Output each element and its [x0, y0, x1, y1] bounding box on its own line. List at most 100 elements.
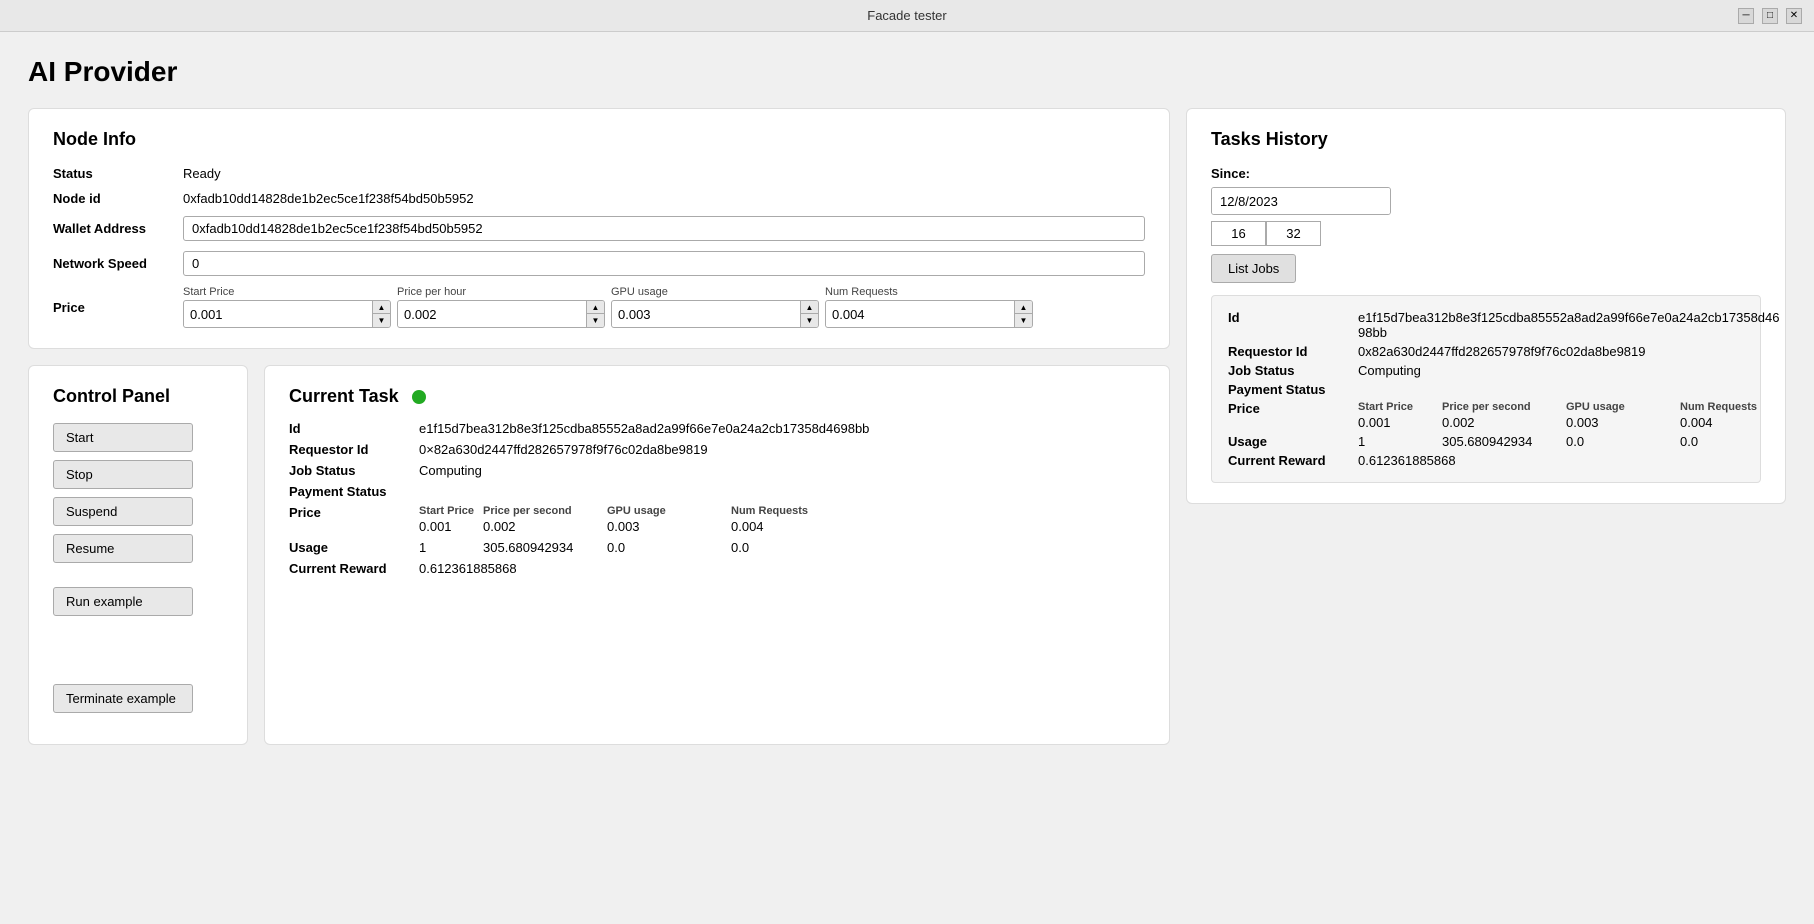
network-speed-input[interactable]	[183, 251, 1145, 276]
gpu-usage-spinner: ▲ ▼	[611, 300, 819, 328]
price-row: Start Price ▲ ▼ Price per hour	[183, 286, 1145, 328]
hist-usage-data: 1 305.680942934 0.0 0.0	[1358, 434, 1780, 449]
stop-button[interactable]: Stop	[53, 460, 193, 489]
start-price-input[interactable]	[184, 303, 372, 326]
num-requests-spinner: ▲ ▼	[825, 300, 1033, 328]
terminate-example-button[interactable]: Terminate example	[53, 684, 193, 713]
hist-job-status-value: Computing	[1358, 363, 1780, 378]
start-price-btns: ▲ ▼	[372, 301, 390, 327]
task-job-status-value: Computing	[419, 463, 1145, 478]
hist-ph-2: Price per second	[1442, 401, 1562, 413]
hist-num-req: 0.004	[1680, 415, 1780, 430]
num-requests-down[interactable]: ▼	[1014, 314, 1032, 327]
task-num-req: 0.004	[731, 519, 831, 534]
list-jobs-button[interactable]: List Jobs	[1211, 254, 1296, 283]
price-per-hour-up[interactable]: ▲	[586, 301, 604, 314]
app-body: AI Provider Node Info Status Ready Node …	[0, 32, 1814, 769]
task-reward-value: 0.612361885868	[419, 561, 1145, 576]
window-controls: ─ □ ✕	[1738, 8, 1802, 24]
task-payment-status-value	[419, 484, 1145, 499]
status-value: Ready	[183, 166, 1145, 181]
node-info-grid: Status Ready Node id 0xfadb10dd14828de1b…	[53, 166, 1145, 328]
date-picker-row: ▲ ▼	[1211, 187, 1761, 215]
start-price-down[interactable]: ▼	[372, 314, 390, 327]
task-reward-label: Current Reward	[289, 561, 419, 576]
gpu-usage-label: GPU usage	[611, 286, 819, 298]
minimize-button[interactable]: ─	[1738, 8, 1754, 24]
history-entry: Id e1f15d7bea312b8e3f125cdba85552a8ad2a9…	[1211, 295, 1761, 483]
hist-usage-2: 305.680942934	[1442, 434, 1562, 449]
hist-start-price: 0.001	[1358, 415, 1438, 430]
task-gpu-usage: 0.003	[607, 519, 727, 534]
hist-usage-row: 1 305.680942934 0.0 0.0	[1358, 434, 1780, 449]
suspend-button[interactable]: Suspend	[53, 497, 193, 526]
hist-payment-status-value	[1358, 382, 1780, 397]
control-panel-title: Control Panel	[53, 386, 223, 407]
price-per-hour-group: Price per hour ▲ ▼	[397, 286, 605, 328]
start-price-up[interactable]: ▲	[372, 301, 390, 314]
maximize-button[interactable]: □	[1762, 8, 1778, 24]
window-title: Facade tester	[867, 8, 947, 23]
task-price-data-row: 0.001 0.002 0.003 0.004	[419, 519, 1145, 534]
price-label: Price	[53, 300, 183, 315]
task-status-indicator	[412, 390, 426, 404]
wallet-address-label: Wallet Address	[53, 221, 183, 236]
gpu-usage-down[interactable]: ▼	[800, 314, 818, 327]
num-requests-input[interactable]	[826, 303, 1014, 326]
task-id-label: Id	[289, 421, 419, 436]
task-ph-4: Num Requests	[731, 505, 831, 517]
main-layout: Node Info Status Ready Node id 0xfadb10d…	[28, 108, 1786, 745]
node-info-title: Node Info	[53, 129, 1145, 150]
hist-usage-label: Usage	[1228, 434, 1358, 449]
task-usage-label: Usage	[289, 540, 419, 555]
task-usage-3: 0.0	[607, 540, 727, 555]
price-per-hour-input[interactable]	[398, 303, 586, 326]
title-bar: Facade tester ─ □ ✕	[0, 0, 1814, 32]
resume-button[interactable]: Resume	[53, 534, 193, 563]
price-per-hour-down[interactable]: ▼	[586, 314, 604, 327]
hist-reward-label: Current Reward	[1228, 453, 1358, 468]
control-btn-group: Start Stop Suspend Resume	[53, 423, 223, 567]
current-task-card: Current Task Id e1f15d7bea312b8e3f125cdb…	[264, 365, 1170, 745]
num-requests-label: Num Requests	[825, 286, 1033, 298]
task-usage-4: 0.0	[731, 540, 831, 555]
hist-id-label: Id	[1228, 310, 1358, 340]
hist-price-header: Start Price Price per second GPU usage N…	[1358, 401, 1780, 415]
hour-block[interactable]: 16	[1211, 221, 1266, 246]
hist-price-label: Price	[1228, 401, 1358, 430]
gpu-usage-up[interactable]: ▲	[800, 301, 818, 314]
hist-requestor-label: Requestor Id	[1228, 344, 1358, 359]
task-ph-3: GPU usage	[607, 505, 727, 517]
hist-payment-status-label: Payment Status	[1228, 382, 1358, 397]
gpu-usage-group: GPU usage ▲ ▼	[611, 286, 819, 328]
time-row: 16 32	[1211, 221, 1761, 246]
hist-price-per-sec: 0.002	[1442, 415, 1562, 430]
hist-ph-4: Num Requests	[1680, 401, 1780, 413]
hist-job-status-label: Job Status	[1228, 363, 1358, 378]
task-usage-1: 1	[419, 540, 479, 555]
status-label: Status	[53, 166, 183, 181]
price-per-hour-btns: ▲ ▼	[586, 301, 604, 327]
task-payment-status-label: Payment Status	[289, 484, 419, 499]
hist-ph-1: Start Price	[1358, 401, 1438, 413]
date-input[interactable]	[1212, 188, 1391, 214]
num-requests-up[interactable]: ▲	[1014, 301, 1032, 314]
gpu-usage-input[interactable]	[612, 303, 800, 326]
task-usage-2: 305.680942934	[483, 540, 603, 555]
minute-block[interactable]: 32	[1266, 221, 1321, 246]
task-price-header: Start Price Price per second GPU usage N…	[419, 505, 1145, 519]
start-price-group: Start Price ▲ ▼	[183, 286, 391, 328]
tasks-history-card: Tasks History Since: ▲ ▼ 16 32 List Jo	[1186, 108, 1786, 504]
start-button[interactable]: Start	[53, 423, 193, 452]
hist-ph-3: GPU usage	[1566, 401, 1676, 413]
hist-gpu-usage: 0.003	[1566, 415, 1676, 430]
run-example-button[interactable]: Run example	[53, 587, 193, 616]
task-price-per-sec: 0.002	[483, 519, 603, 534]
close-button[interactable]: ✕	[1786, 8, 1802, 24]
task-price-table: Start Price Price per second GPU usage N…	[419, 505, 1145, 534]
hist-reward-value: 0.612361885868	[1358, 453, 1780, 468]
current-task-grid: Id e1f15d7bea312b8e3f125cdba85552a8ad2a9…	[289, 421, 1145, 576]
task-usage-data-row: 1 305.680942934 0.0 0.0	[419, 540, 1145, 555]
wallet-address-input[interactable]	[183, 216, 1145, 241]
task-ph-2: Price per second	[483, 505, 603, 517]
